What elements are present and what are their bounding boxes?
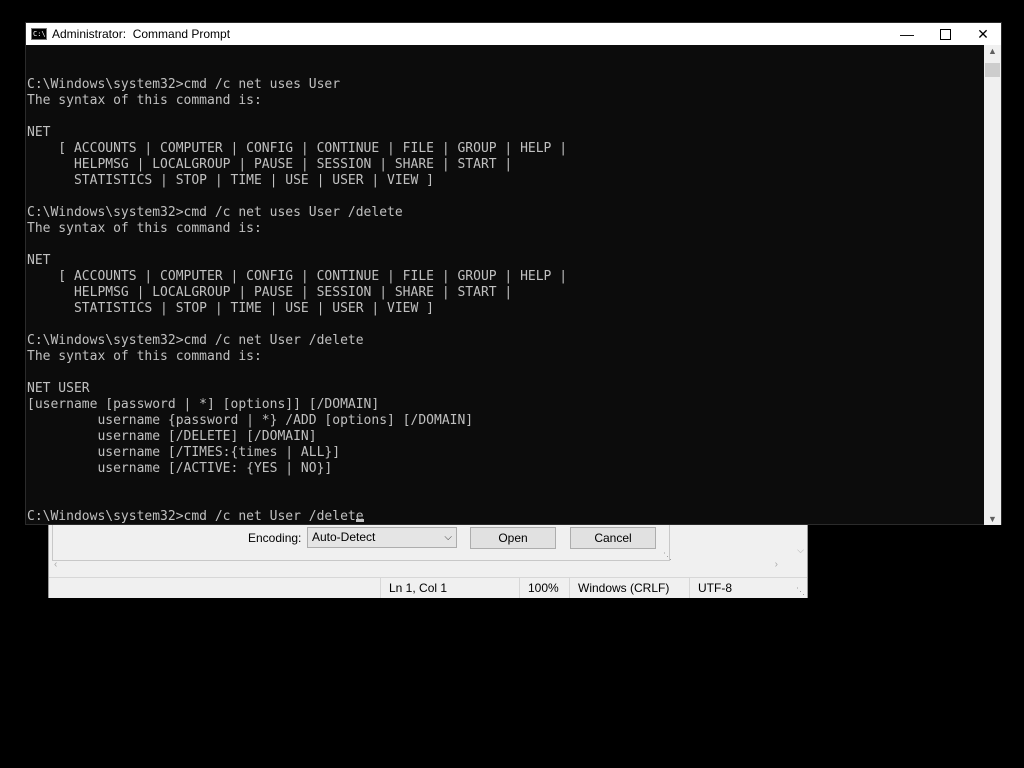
- scroll-down-icon[interactable]: ▼: [988, 514, 997, 524]
- console-line: HELPMSG | LOCALGROUP | PAUSE | SESSION |…: [27, 285, 513, 300]
- console-output[interactable]: C:\Windows\system32>cmd /c net uses User…: [27, 45, 985, 525]
- console-line: username [/TIMES:{times | ALL}]: [27, 445, 341, 460]
- encoding-label: Encoding:: [248, 531, 302, 545]
- notepad-open-dialog: Encoding: Auto-Detect ⌵ Open Cancel ⋱ ⌵ …: [48, 524, 808, 598]
- minimize-icon: —: [900, 26, 914, 42]
- title-bar[interactable]: C:\ Administrator: Command Prompt — ✕: [26, 23, 1001, 45]
- text-cursor: [355, 519, 364, 522]
- status-line-endings: Windows (CRLF): [569, 578, 689, 598]
- open-dialog-footer: Encoding: Auto-Detect ⌵ Open Cancel ⋱: [52, 525, 672, 561]
- console-line: [username [password | *] [options]] [/DO…: [27, 397, 380, 412]
- console-line: username {password | *} /ADD [options] […: [27, 413, 474, 428]
- scroll-left-icon[interactable]: ‹: [54, 559, 57, 570]
- console-line: username [/DELETE] [/DOMAIN]: [27, 429, 317, 444]
- notepad-status-bar: Ln 1, Col 1 100% Windows (CRLF) UTF-8 ⋱: [49, 577, 807, 598]
- vertical-scrollbar[interactable]: ▲ ▼: [984, 45, 1001, 525]
- resize-grip-icon[interactable]: ⋱: [796, 586, 805, 597]
- console-line: STATISTICS | STOP | TIME | USE | USER | …: [27, 173, 434, 188]
- maximize-icon: [939, 28, 951, 40]
- scroll-up-icon[interactable]: ▲: [988, 46, 997, 56]
- console-line: The syntax of this command is:: [27, 221, 262, 236]
- command-prompt-icon: C:\: [31, 28, 47, 40]
- scroll-right-icon[interactable]: ›: [775, 559, 778, 570]
- console-line: The syntax of this command is:: [27, 349, 262, 364]
- minimize-button[interactable]: —: [889, 23, 925, 45]
- console-prompt-line: C:\Windows\system32>cmd /c net User /del…: [27, 333, 364, 348]
- scrollbar-thumb[interactable]: [985, 63, 1000, 77]
- status-encoding: UTF-8: [689, 578, 807, 598]
- console-prompt-line: C:\Windows\system32>cmd /c net User /del…: [27, 509, 364, 524]
- encoding-select-value: Auto-Detect: [312, 530, 376, 544]
- console-line: NET USER: [27, 381, 90, 396]
- console-prompt-line: C:\Windows\system32>cmd /c net uses User…: [27, 205, 403, 220]
- window-title: Administrator: Command Prompt: [52, 27, 231, 41]
- close-button[interactable]: ✕: [965, 23, 1001, 45]
- horizontal-scrollbar[interactable]: ‹ ›: [52, 559, 792, 573]
- status-zoom: 100%: [519, 578, 569, 598]
- console-line: NET: [27, 125, 51, 140]
- command-prompt-window[interactable]: C:\ Administrator: Command Prompt — ✕ C:…: [25, 22, 1002, 525]
- console-line: NET: [27, 253, 51, 268]
- cancel-button[interactable]: Cancel: [570, 527, 656, 549]
- encoding-select[interactable]: Auto-Detect ⌵: [307, 527, 457, 548]
- scroll-down-arrow-icon[interactable]: ⌵: [797, 545, 804, 556]
- open-button[interactable]: Open: [470, 527, 556, 549]
- console-line: [ ACCOUNTS | COMPUTER | CONFIG | CONTINU…: [27, 269, 568, 284]
- chevron-down-icon: ⌵: [444, 532, 452, 543]
- console-line: username [/ACTIVE: {YES | NO}]: [27, 461, 333, 476]
- status-cursor-position: Ln 1, Col 1: [380, 578, 519, 598]
- maximize-button[interactable]: [927, 23, 963, 45]
- console-line: HELPMSG | LOCALGROUP | PAUSE | SESSION |…: [27, 157, 513, 172]
- console-line: [ ACCOUNTS | COMPUTER | CONFIG | CONTINU…: [27, 141, 568, 156]
- close-icon: ✕: [977, 26, 989, 42]
- console-text: C:\Windows\system32>cmd /c net uses User…: [27, 77, 985, 525]
- console-prompt-line: C:\Windows\system32>cmd /c net uses User: [27, 77, 341, 92]
- console-line: STATISTICS | STOP | TIME | USE | USER | …: [27, 301, 434, 316]
- console-line: The syntax of this command is:: [27, 93, 262, 108]
